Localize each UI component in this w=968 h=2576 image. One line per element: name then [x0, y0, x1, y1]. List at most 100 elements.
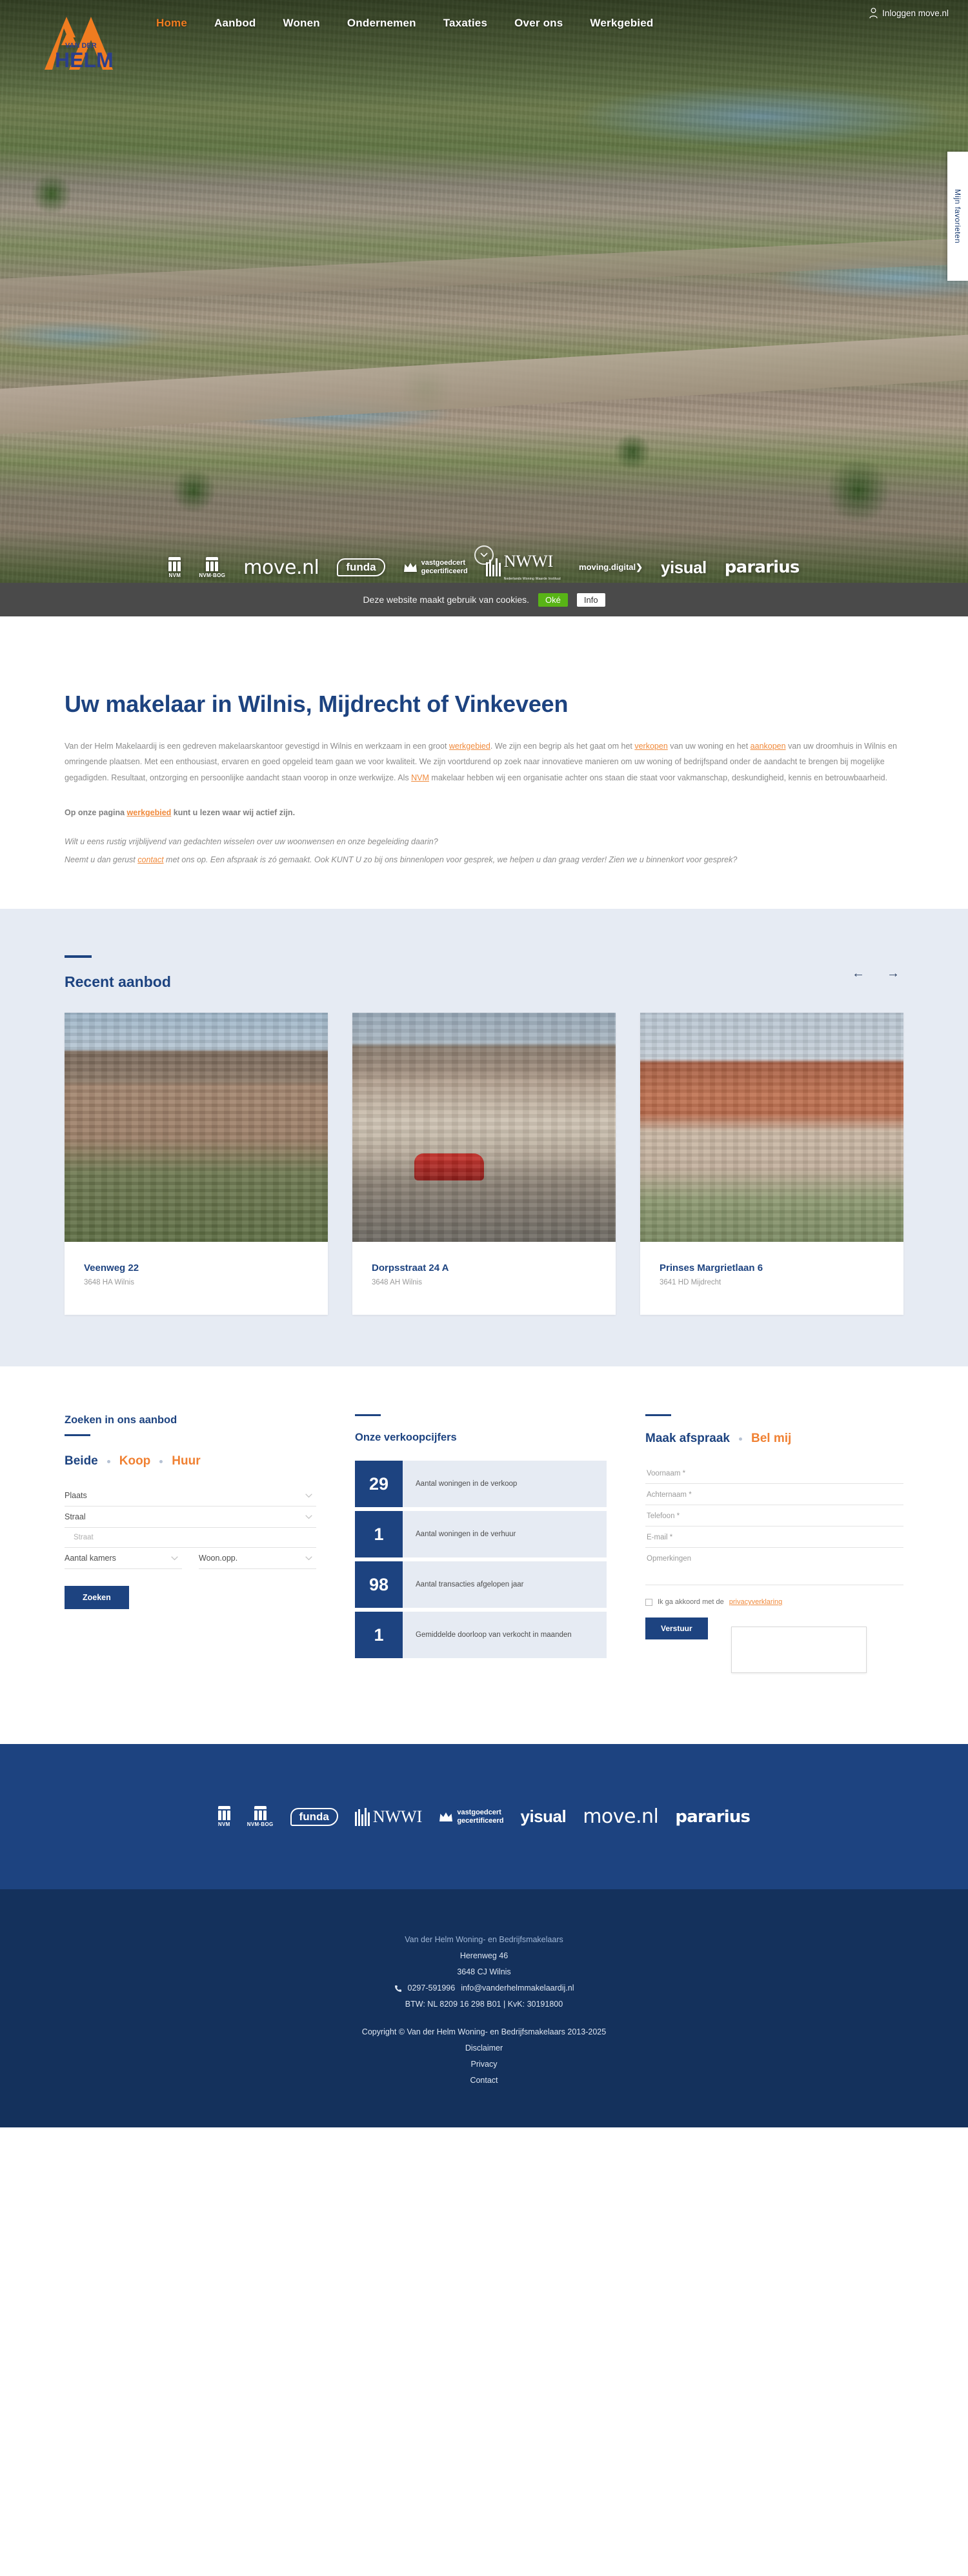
intro-text-b: . We zijn een begrip als het gaat om het	[490, 742, 635, 751]
phone-icon	[394, 1985, 401, 1992]
stat-row: 1 Gemiddelde doorloop van verkocht in ma…	[355, 1612, 607, 1659]
search-submit-button[interactable]: Zoeken	[65, 1586, 129, 1610]
stat-label: Gemiddelde doorloop van verkocht in maan…	[403, 1612, 607, 1659]
toggle-koop[interactable]: Koop	[119, 1454, 151, 1468]
cookie-banner: Deze website maakt gebruik van cookies. …	[0, 583, 968, 616]
stats-panel: Onze verkoopcijfers 29 Aantal woningen i…	[355, 1414, 607, 1673]
footer-caption-funda: funda	[290, 1807, 338, 1826]
select-plaats[interactable]: Plaats	[65, 1485, 316, 1507]
link-verkopen[interactable]: verkopen	[634, 742, 667, 751]
favourites-label: Mijn favorieten	[953, 188, 962, 244]
partner-logo-moving-digital: moving .digital ❯	[579, 562, 643, 573]
chevron-down-icon	[171, 1556, 178, 1561]
carousel-controls: ← →	[852, 967, 900, 980]
footer-link-privacy[interactable]: Privacy	[0, 2056, 968, 2073]
appointment-rule	[645, 1414, 671, 1417]
listing-address: Prinses Margrietlaan 6	[660, 1263, 763, 1274]
login-label: Inloggen move.nl	[882, 8, 949, 18]
partner-caption-moving-2: .digital	[609, 562, 636, 573]
primary-navigation[interactable]: Home Aanbod Wonen Ondernemen Taxaties Ov…	[155, 14, 654, 32]
input-straat[interactable]: Straat	[65, 1528, 316, 1548]
cookie-text: Deze website maakt gebruik van cookies.	[363, 594, 530, 605]
stat-value: 29	[355, 1461, 403, 1508]
input-email[interactable]: E-mail *	[645, 1526, 903, 1548]
listing-cards: Veenweg 22 3648 HA Wilnis Dorpsstraat 24…	[65, 1013, 903, 1315]
footer-link-disclaimer[interactable]: Disclaimer	[0, 2040, 968, 2056]
input-voornaam[interactable]: Voornaam *	[645, 1463, 903, 1485]
input-achternaam[interactable]: Achternaam *	[645, 1484, 903, 1506]
recent-header: Recent aanbod ← →	[65, 955, 903, 991]
footer-link-contact[interactable]: Contact	[0, 2073, 968, 2089]
listing-card[interactable]: Veenweg 22 3648 HA Wilnis	[65, 1013, 328, 1315]
intro-text-f: Op onze pagina	[65, 808, 127, 818]
carousel-prev-button[interactable]: ←	[852, 967, 865, 980]
listing-address: Veenweg 22	[84, 1263, 139, 1274]
recaptcha-widget[interactable]	[731, 1627, 867, 1674]
link-werkgebied[interactable]: werkgebied	[449, 742, 490, 751]
privacy-consent-row[interactable]: Ik ga akkoord met de privacyverklaring	[645, 1598, 903, 1606]
nav-item-home[interactable]: Home	[155, 14, 188, 32]
input-telefoon[interactable]: Telefoon *	[645, 1505, 903, 1527]
cookie-info-button[interactable]: Info	[576, 593, 605, 607]
tab-bel-mij[interactable]: Bel mij	[751, 1432, 791, 1446]
intro-text-a: Van der Helm Makelaardij is een gedreven…	[65, 742, 449, 751]
favourites-tab[interactable]: Mijn favorieten	[947, 152, 968, 281]
footer-caption-nwwi: NWWI	[372, 1807, 423, 1826]
listing-photo	[65, 1013, 328, 1242]
cookie-accept-button[interactable]: Oké	[538, 593, 568, 607]
link-nvm[interactable]: NVM	[411, 773, 429, 782]
stats-title: Onze verkoopcijfers	[355, 1432, 457, 1444]
textarea-opmerkingen[interactable]: Opmerkingen	[645, 1548, 903, 1586]
link-werkgebied-2[interactable]: werkgebied	[127, 808, 172, 817]
consent-checkbox[interactable]	[645, 1598, 652, 1606]
select-straal[interactable]: Straal	[65, 1506, 316, 1528]
page-title: Uw makelaar in Wilnis, Mijdrecht of Vink…	[65, 691, 569, 717]
stat-value: 1	[355, 1511, 403, 1558]
toggle-beide[interactable]: Beide	[65, 1454, 98, 1468]
partner-logo-pararius: pararius	[724, 558, 800, 577]
link-contact[interactable]: contact	[137, 855, 163, 864]
link-aankopen[interactable]: aankopen	[751, 742, 786, 751]
select-aantal-kamers[interactable]: Aantal kamers	[65, 1548, 182, 1570]
hero-overlay-gradient	[0, 0, 968, 616]
hero-banner: VAN DER HELM Home Aanbod Wonen Onderneme…	[0, 0, 968, 616]
chevron-down-icon	[305, 1515, 312, 1519]
tab-maak-afspraak[interactable]: Maak afspraak	[645, 1432, 730, 1446]
svg-text:HELM: HELM	[55, 48, 114, 72]
chevron-down-icon	[305, 1556, 312, 1561]
privacy-policy-link[interactable]: privacyverklaring	[729, 1598, 783, 1606]
crown-icon	[439, 1812, 453, 1821]
toggle-separator-dot	[106, 1459, 110, 1463]
partner-caption-moving-1: moving	[579, 562, 609, 573]
footer-email[interactable]: info@vanderhelmmakelaardij.nl	[461, 1980, 574, 1996]
login-link[interactable]: Inloggen move.nl	[869, 8, 949, 19]
partner-logo-vastgoedcert: vastgoedcert gecertificeerd	[403, 559, 468, 575]
partner-logo-movenl: move.nl	[243, 556, 319, 579]
carousel-next-button[interactable]: →	[887, 967, 900, 980]
search-panel: Zoeken in ons aanbod Beide Koop Huur Pla…	[65, 1414, 316, 1673]
footer-vat-kvk: BTW: NL 8209 16 298 B01 | KvK: 30191800	[405, 2000, 563, 2009]
partner-logo-funda: funda	[337, 558, 385, 576]
person-icon	[869, 8, 878, 19]
nav-item-werkgebied[interactable]: Werkgebied	[589, 14, 654, 32]
intro-text-i: met ons op. Een afspraak is zó gemaakt. …	[163, 855, 738, 864]
scroll-down-button[interactable]	[474, 545, 494, 565]
nav-item-taxaties[interactable]: Taxaties	[442, 14, 489, 32]
footer-caption-vgc-2: gecertificeerd	[457, 1816, 504, 1825]
footer-caption-nvm-bog: NVM·BOG	[247, 1821, 274, 1828]
appointment-submit-button[interactable]: Verstuur	[645, 1618, 708, 1640]
intro-paragraph-main: Van der Helm Makelaardij is een gedreven…	[65, 738, 897, 786]
listing-postcode-city: 3648 AH Wilnis	[372, 1279, 422, 1287]
partner-caption-vastgoedcert-1: vastgoedcert	[421, 559, 466, 567]
listing-card[interactable]: Prinses Margrietlaan 6 3641 HD Mijdrecht	[640, 1013, 903, 1315]
site-logo[interactable]: VAN DER HELM	[35, 5, 132, 76]
nav-item-aanbod[interactable]: Aanbod	[213, 14, 257, 32]
stat-label: Aantal woningen in de verkoop	[403, 1461, 607, 1508]
nav-item-wonen[interactable]: Wonen	[282, 14, 321, 32]
toggle-huur[interactable]: Huur	[172, 1454, 200, 1468]
nav-item-over-ons[interactable]: Over ons	[513, 14, 564, 32]
nav-item-ondernemen[interactable]: Ondernemen	[346, 14, 418, 32]
footer-phone[interactable]: 0297-591996	[408, 1980, 456, 1996]
listing-card[interactable]: Dorpsstraat 24 A 3648 AH Wilnis	[352, 1013, 616, 1315]
select-woonoppervlak[interactable]: Woon.opp.	[199, 1548, 316, 1570]
